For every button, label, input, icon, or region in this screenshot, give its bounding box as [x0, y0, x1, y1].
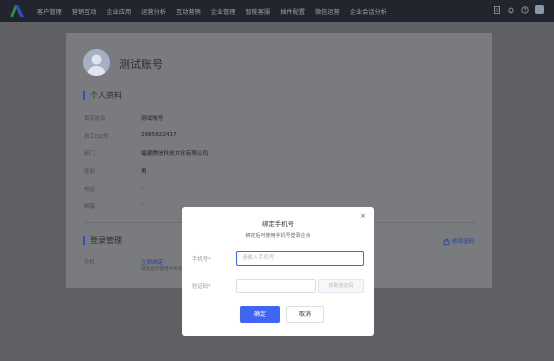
top-navigation-bar: 客户管理 营销互动 企业应用 运营分析 互动营销 企业管理 智能客服 插件配置 … [0, 0, 554, 22]
get-code-button[interactable]: 获取验证码 [318, 279, 364, 293]
menu-item-enterprise-management[interactable]: 企业管理 [211, 7, 236, 16]
menu-item-session-analysis[interactable]: 企业会话分析 [350, 7, 387, 16]
login-phone-label: 手机 [84, 260, 95, 266]
field-value-real-name: 测试账号 [141, 116, 164, 122]
profile-name: 测试账号 [119, 58, 163, 71]
user-silhouette-icon [87, 54, 106, 76]
menu-item-customer-management[interactable]: 客户管理 [37, 7, 62, 16]
field-label-gender: 性别 [84, 169, 95, 175]
bind-phone-dialog: × 绑定手机号 绑定后可使用手机号登录企点 手机号* 请输入手机号 验证码* 获… [182, 207, 374, 336]
login-management-heading: 登录管理 [83, 236, 122, 245]
phone-number-input[interactable]: 请输入手机号 [236, 251, 364, 266]
document-icon[interactable] [493, 5, 501, 14]
menu-item-plugin-config[interactable]: 插件配置 [280, 7, 305, 16]
field-label-real-name: 真实姓名 [84, 116, 106, 122]
field-label-email: 邮箱 [84, 204, 95, 210]
bind-hint-text: 绑定后可使用手机号 [141, 267, 183, 272]
dialog-title: 绑定手机号 [262, 220, 294, 228]
field-value-gender: 男 [141, 169, 147, 175]
dialog-subtitle: 绑定后可使用手机号登录企点 [245, 233, 311, 239]
top-right-icons [493, 5, 544, 14]
user-avatar-icon[interactable] [535, 5, 544, 14]
menu-item-smart-service[interactable]: 智能客服 [246, 7, 271, 16]
menu-item-operation-analysis[interactable]: 运营分析 [141, 7, 166, 16]
avatar [83, 49, 110, 76]
lock-icon [443, 238, 450, 245]
phone-number-label: 手机号* [192, 257, 211, 263]
verification-code-input[interactable] [236, 279, 316, 293]
edit-password-label: 修改密码 [452, 239, 475, 245]
menu-item-marketing-interaction[interactable]: 营销互动 [72, 7, 97, 16]
bind-now-link[interactable]: 立即绑定 [141, 258, 163, 266]
field-label-phone: 电话 [84, 187, 95, 193]
edit-password-link[interactable]: 修改密码 [443, 237, 474, 245]
confirm-button[interactable]: 确定 [240, 306, 280, 323]
bell-icon[interactable] [507, 6, 515, 14]
cancel-button[interactable]: 取消 [286, 306, 324, 323]
menu-item-interactive-marketing[interactable]: 互动营销 [176, 7, 201, 16]
help-icon[interactable] [521, 5, 529, 14]
field-value-qq: 2985822417 [141, 132, 177, 138]
personal-info-heading: 个人资料 [83, 91, 122, 100]
menu-item-wechat-operations[interactable]: 微信运营 [315, 7, 340, 16]
menu-item-enterprise-apps[interactable]: 企业应用 [107, 7, 132, 16]
field-value-phone: - [141, 185, 144, 191]
field-value-email: - [141, 202, 144, 208]
field-value-department: 福建腾信科技文化有限公司 [141, 151, 209, 157]
field-label-department: 部门 [84, 151, 95, 157]
field-label-qq: 员工QQ号 [84, 134, 109, 140]
main-menu: 客户管理 营销互动 企业应用 运营分析 互动营销 企业管理 智能客服 插件配置 … [37, 0, 397, 22]
app-logo[interactable] [9, 4, 25, 18]
verification-code-label: 验证码* [192, 284, 211, 290]
